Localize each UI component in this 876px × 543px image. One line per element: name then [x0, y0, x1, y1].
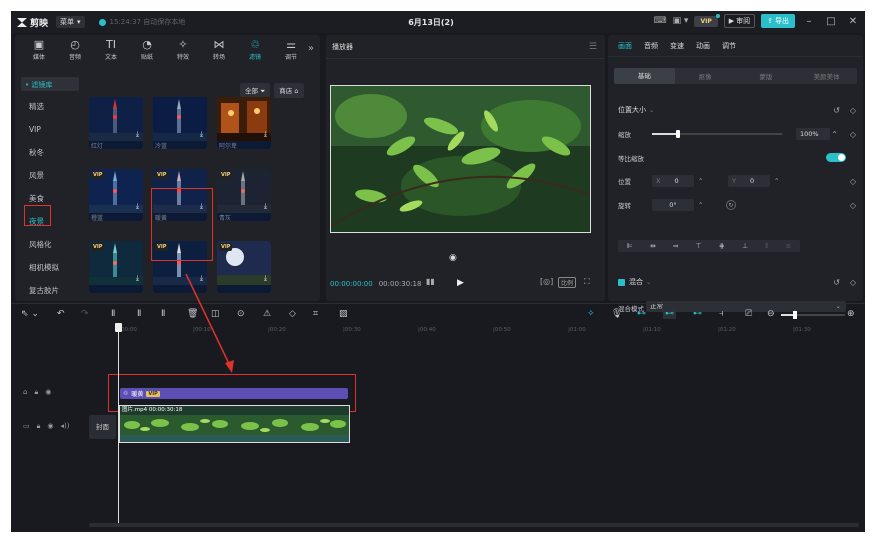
app-window: 剪映 菜单 ▾ 15:24:37 自动保存本地 6月13日(2) ⌨ ▣ ▾ V… [11, 11, 865, 532]
annotation-arrow [185, 273, 234, 373]
timeline-scrollbar[interactable] [89, 523, 859, 527]
